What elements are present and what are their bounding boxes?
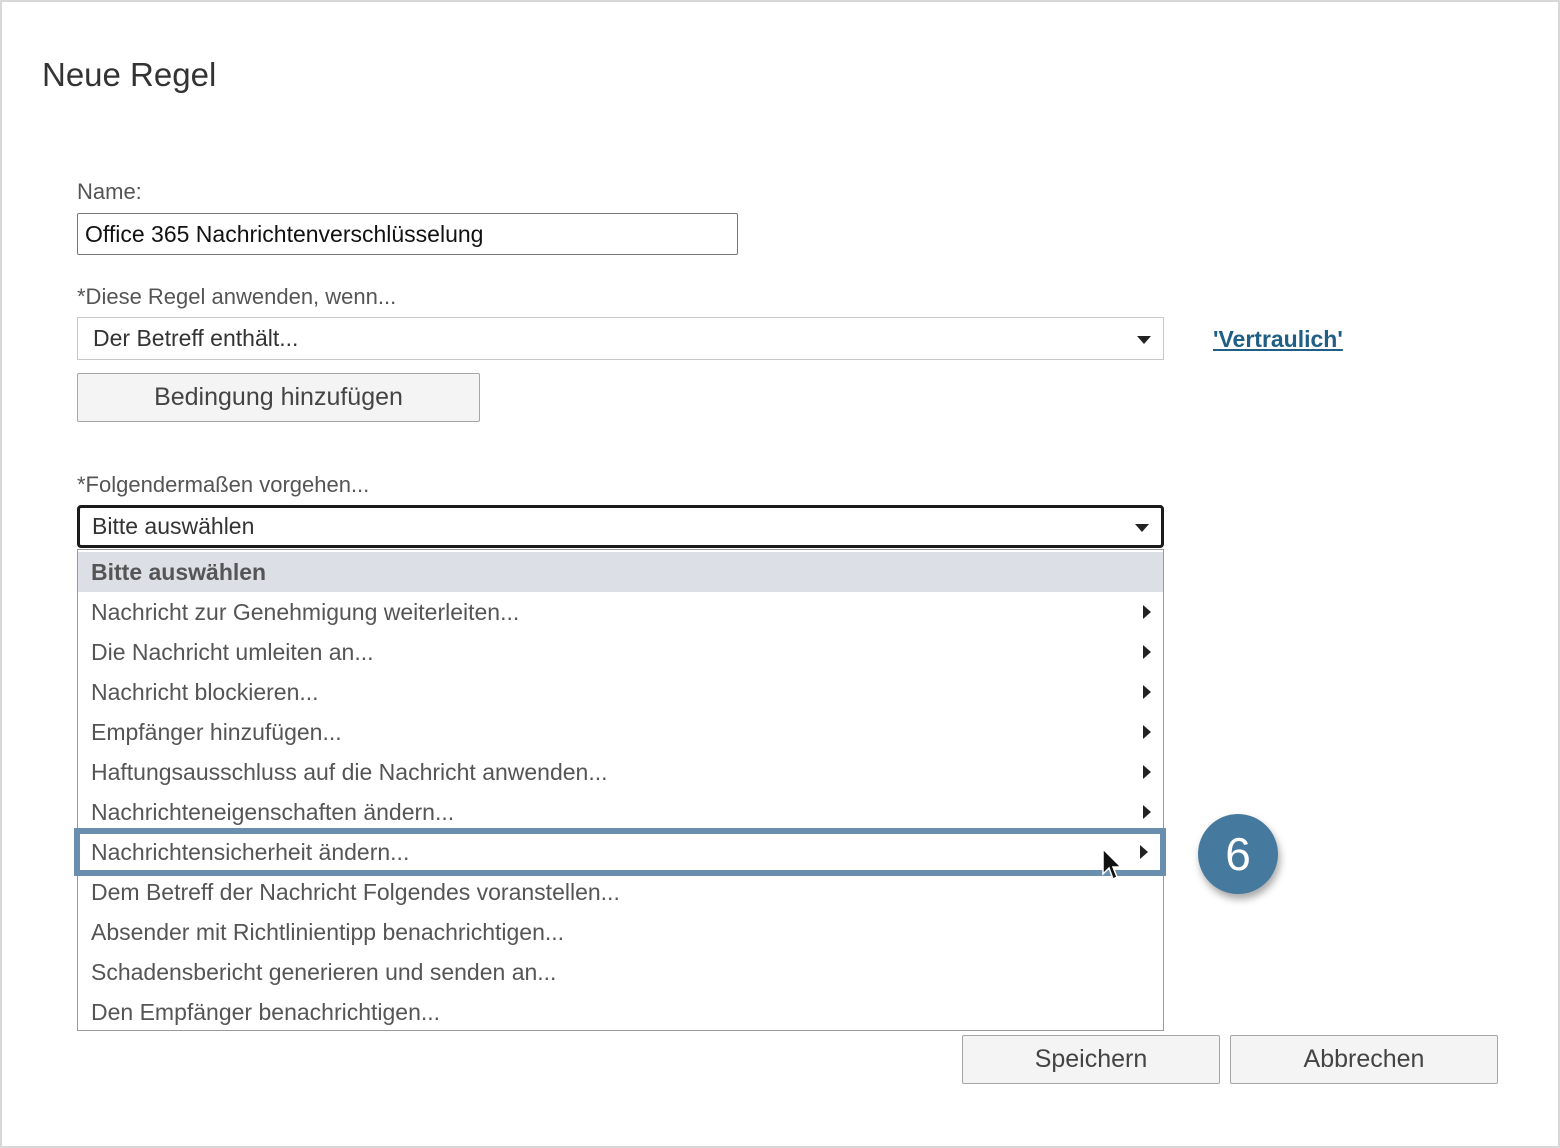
- cancel-button[interactable]: Abbrechen: [1230, 1035, 1498, 1084]
- condition-label: *Diese Regel anwenden, wenn...: [77, 284, 397, 309]
- dropdown-option-prepend-subject[interactable]: Dem Betreff der Nachricht Folgendes vora…: [78, 872, 1163, 912]
- submenu-arrow-icon: [1140, 845, 1148, 859]
- option-label: Haftungsausschluss auf die Nachricht anw…: [91, 758, 608, 785]
- name-input[interactable]: [77, 213, 738, 255]
- condition-select-value: Der Betreff enthält...: [93, 325, 299, 351]
- action-select-value: Bitte auswählen: [92, 513, 255, 539]
- dropdown-option-block[interactable]: Nachricht blockieren...: [78, 672, 1163, 712]
- dropdown-option-placeholder[interactable]: Bitte auswählen: [78, 552, 1163, 592]
- dropdown-option-redirect[interactable]: Die Nachricht umleiten an...: [78, 632, 1163, 672]
- condition-value-link[interactable]: 'Vertraulich': [1213, 326, 1343, 353]
- option-label: Bitte auswählen: [91, 558, 267, 585]
- dialog-title: Neue Regel: [42, 56, 217, 93]
- option-label: Nachrichteneigenschaften ändern...: [91, 798, 455, 825]
- add-condition-button[interactable]: Bedingung hinzufügen: [77, 373, 480, 422]
- new-rule-dialog: Neue Regel Name: *Diese Regel anwenden, …: [0, 0, 1560, 1148]
- dropdown-option-incident-report[interactable]: Schadensbericht generieren und senden an…: [78, 952, 1163, 992]
- dropdown-option-notify-recipient[interactable]: Den Empfänger benachrichtigen...: [78, 992, 1163, 1032]
- submenu-arrow-icon: [1143, 725, 1151, 739]
- dropdown-option-message-properties[interactable]: Nachrichteneigenschaften ändern...: [78, 792, 1163, 832]
- submenu-arrow-icon: [1143, 645, 1151, 659]
- mouse-pointer-icon: [1102, 848, 1123, 881]
- option-label: Nachricht zur Genehmigung weiterleiten..…: [91, 598, 520, 625]
- action-dropdown-list: Bitte auswählen Nachricht zur Genehmigun…: [74, 549, 1166, 1032]
- option-label: Absender mit Richtlinientipp benachricht…: [91, 918, 565, 945]
- action-select[interactable]: Bitte auswählen: [77, 505, 1164, 548]
- option-label: Die Nachricht umleiten an...: [91, 638, 374, 665]
- dropdown-option-disclaimer[interactable]: Haftungsausschluss auf die Nachricht anw…: [78, 752, 1163, 792]
- option-label: Empfänger hinzufügen...: [91, 718, 342, 745]
- dropdown-option-policy-tip[interactable]: Absender mit Richtlinientipp benachricht…: [78, 912, 1163, 952]
- name-label: Name:: [77, 179, 142, 204]
- step-number-badge: 6: [1198, 814, 1278, 894]
- dropdown-option-message-security[interactable]: Nachrichtensicherheit ändern...: [74, 828, 1166, 876]
- caret-down-icon: [1137, 335, 1151, 344]
- dropdown-option-forward-approval[interactable]: Nachricht zur Genehmigung weiterleiten..…: [78, 592, 1163, 632]
- option-label: Nachricht blockieren...: [91, 678, 319, 705]
- dropdown-option-add-recipient[interactable]: Empfänger hinzufügen...: [78, 712, 1163, 752]
- condition-select[interactable]: Der Betreff enthält...: [77, 317, 1164, 360]
- submenu-arrow-icon: [1143, 805, 1151, 819]
- option-label: Dem Betreff der Nachricht Folgendes vora…: [91, 878, 620, 905]
- caret-down-icon: [1135, 523, 1149, 532]
- option-label: Schadensbericht generieren und senden an…: [91, 958, 557, 985]
- submenu-arrow-icon: [1143, 765, 1151, 779]
- action-label: *Folgendermaßen vorgehen...: [77, 472, 370, 497]
- submenu-arrow-icon: [1143, 685, 1151, 699]
- option-label: Den Empfänger benachrichtigen...: [91, 998, 441, 1025]
- submenu-arrow-icon: [1143, 605, 1151, 619]
- option-label: Nachrichtensicherheit ändern...: [91, 838, 410, 865]
- save-button[interactable]: Speichern: [962, 1035, 1220, 1084]
